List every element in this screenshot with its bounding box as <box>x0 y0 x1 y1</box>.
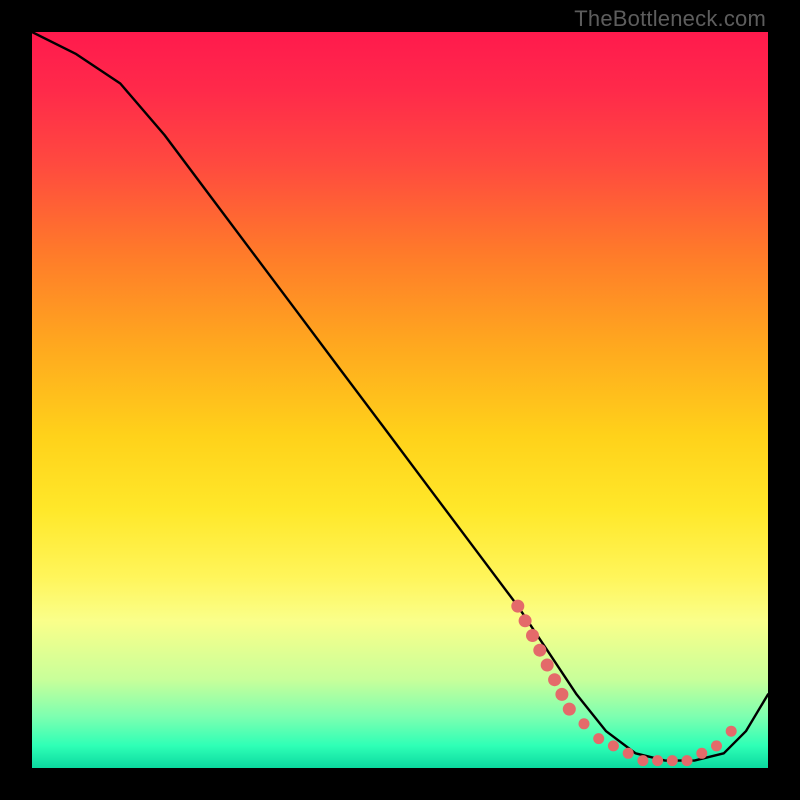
highlight-point <box>555 688 568 701</box>
highlight-point <box>533 644 546 657</box>
bottleneck-curve <box>32 32 768 761</box>
highlight-point <box>696 748 707 759</box>
highlight-point <box>682 755 693 766</box>
highlight-point <box>667 755 678 766</box>
highlight-point <box>563 703 576 716</box>
highlight-point <box>519 614 532 627</box>
highlight-point <box>711 740 722 751</box>
highlight-point <box>541 659 554 672</box>
highlight-point <box>608 740 619 751</box>
plot-area <box>32 32 768 768</box>
highlight-point <box>511 600 524 613</box>
curve-svg <box>32 32 768 768</box>
highlight-point <box>623 748 634 759</box>
highlight-point <box>548 673 561 686</box>
highlight-point <box>526 629 539 642</box>
highlight-point <box>593 733 604 744</box>
highlight-point <box>652 755 663 766</box>
highlight-point <box>579 718 590 729</box>
highlight-point <box>726 726 737 737</box>
chart-frame: TheBottleneck.com <box>0 0 800 800</box>
highlight-markers <box>511 600 736 767</box>
attribution-text: TheBottleneck.com <box>574 6 766 32</box>
highlight-point <box>637 755 648 766</box>
